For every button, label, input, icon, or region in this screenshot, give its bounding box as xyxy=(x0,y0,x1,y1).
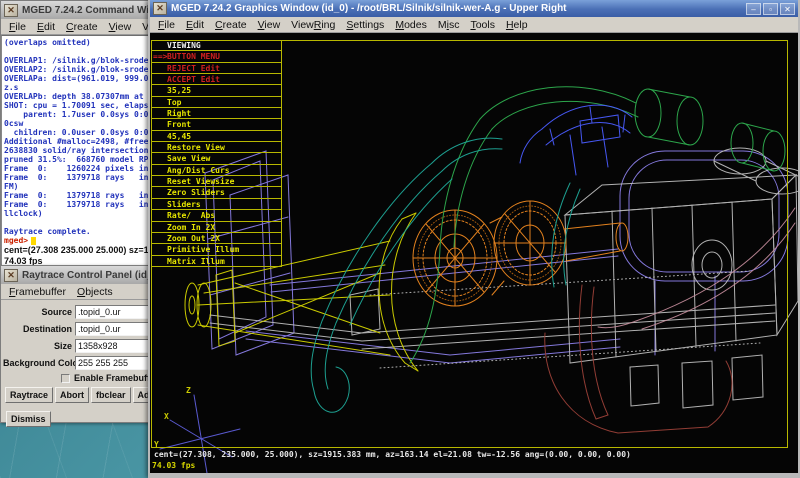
button-menu: VIEWING ==>BUTTON MENU REJECT Edit ACCEP… xyxy=(152,40,282,267)
menu-modes[interactable]: Modes xyxy=(390,19,432,31)
fp-item-reset-viewsize[interactable]: Reset Viewsize xyxy=(152,176,281,187)
fp-item-restore-view[interactable]: Restore View xyxy=(152,142,281,153)
background-color-label: Background Color xyxy=(3,358,75,368)
wireframe-pink-group xyxy=(598,208,795,329)
fbclear-button[interactable]: fbclear xyxy=(91,387,131,403)
fp-item-35-25[interactable]: 35,25 xyxy=(152,85,281,96)
abort-button[interactable]: Abort xyxy=(55,387,89,403)
z-axis-label: Z xyxy=(186,386,191,395)
menu-file[interactable]: File xyxy=(4,21,31,33)
enable-framebuffer-checkbox[interactable] xyxy=(61,374,70,383)
graphics-window-title: MGED 7.24.2 Graphics Window (id_0) - /ro… xyxy=(171,3,742,14)
close-button[interactable]: ✕ xyxy=(780,3,795,15)
menu-misc[interactable]: Misc xyxy=(433,19,465,31)
fp-item-front[interactable]: Front xyxy=(152,119,281,130)
wireframe-blue-group xyxy=(520,105,632,175)
fp-item-accept-edit[interactable]: ACCEPT Edit xyxy=(152,74,281,85)
3d-viewport[interactable]: Z X Y VIEWING ==>BUTTON MENU REJECT Edit… xyxy=(150,33,798,473)
fp-item-45-45[interactable]: 45,45 xyxy=(152,131,281,142)
size-label: Size xyxy=(3,341,75,351)
menu-viewring[interactable]: ViewRing xyxy=(286,19,340,31)
faceplate-header: VIEWING xyxy=(152,40,281,51)
menu-view[interactable]: View xyxy=(104,21,137,33)
wireframe-teal-group xyxy=(311,138,580,412)
graphics-window-titlebar[interactable]: ✕ MGED 7.24.2 Graphics Window (id_0) - /… xyxy=(150,0,798,17)
menu-settings[interactable]: Settings xyxy=(341,19,389,31)
destination-label: Destination xyxy=(3,324,75,334)
fp-item-zero-sliders[interactable]: Zero Sliders xyxy=(152,187,281,198)
viewport-fps: 74.03 fps xyxy=(152,461,195,470)
menu-file[interactable]: File xyxy=(153,19,180,31)
prompt-text: mged> xyxy=(4,236,28,245)
fp-item-ang-dist-curs[interactable]: Ang/Dist Curs xyxy=(152,165,281,176)
x-axis-label: X xyxy=(164,412,169,421)
menu-tools[interactable]: Tools xyxy=(465,19,500,31)
fp-item-zoom-out-2x[interactable]: Zoom Out 2X xyxy=(152,233,281,244)
y-axis-label: Y xyxy=(154,440,159,449)
maximize-button[interactable]: ▫ xyxy=(763,3,778,15)
graphics-window: ✕ MGED 7.24.2 Graphics Window (id_0) - /… xyxy=(148,0,800,478)
menu-create[interactable]: Create xyxy=(210,19,252,31)
menu-create[interactable]: Create xyxy=(61,21,103,33)
mged-icon: ✕ xyxy=(153,2,167,15)
menu-help[interactable]: Help xyxy=(501,19,533,31)
graphics-window-menubar: File Edit Create View ViewRing Settings … xyxy=(150,17,798,33)
menu-framebuffer[interactable]: Framebuffer xyxy=(4,286,71,298)
raytrace-button[interactable]: Raytrace xyxy=(5,387,53,403)
menu-edit[interactable]: Edit xyxy=(181,19,209,31)
wireframe-green-group xyxy=(410,87,785,363)
fp-item-reject-edit[interactable]: REJECT Edit xyxy=(152,63,281,74)
fp-item-button-menu[interactable]: ==>BUTTON MENU xyxy=(152,51,281,62)
fp-item-primitive-illum[interactable]: Primitive Illum xyxy=(152,244,281,255)
fp-item-matrix-illum[interactable]: Matrix Illum xyxy=(152,256,281,267)
fp-item-sliders[interactable]: Sliders xyxy=(152,199,281,210)
menu-view[interactable]: View xyxy=(253,19,286,31)
menu-pointer-icon: ==> xyxy=(153,51,167,62)
fp-item-zoom-in-2x[interactable]: Zoom In 2X xyxy=(152,222,281,233)
viewport-status-line: cent=(27.308, 235.000, 25.000), sz=1915.… xyxy=(154,450,631,459)
fp-item-rate-abs[interactable]: Rate/ Abs xyxy=(152,210,281,221)
fp-item-save-view[interactable]: Save View xyxy=(152,153,281,164)
enable-framebuffer-label: Enable Framebuffer xyxy=(74,373,159,383)
fp-item-right[interactable]: Right xyxy=(152,108,281,119)
source-label: Source xyxy=(3,307,75,317)
minimize-button[interactable]: – xyxy=(746,3,761,15)
menu-edit[interactable]: Edit xyxy=(32,21,60,33)
dismiss-button[interactable]: Dismiss xyxy=(6,411,51,427)
text-cursor xyxy=(31,237,36,245)
mged-icon: ✕ xyxy=(4,269,18,282)
menu-objects[interactable]: Objects xyxy=(72,286,118,298)
mged-icon: ✕ xyxy=(4,4,18,17)
wireframe-maroon-group xyxy=(545,285,732,433)
fp-item-top[interactable]: Top xyxy=(152,97,281,108)
